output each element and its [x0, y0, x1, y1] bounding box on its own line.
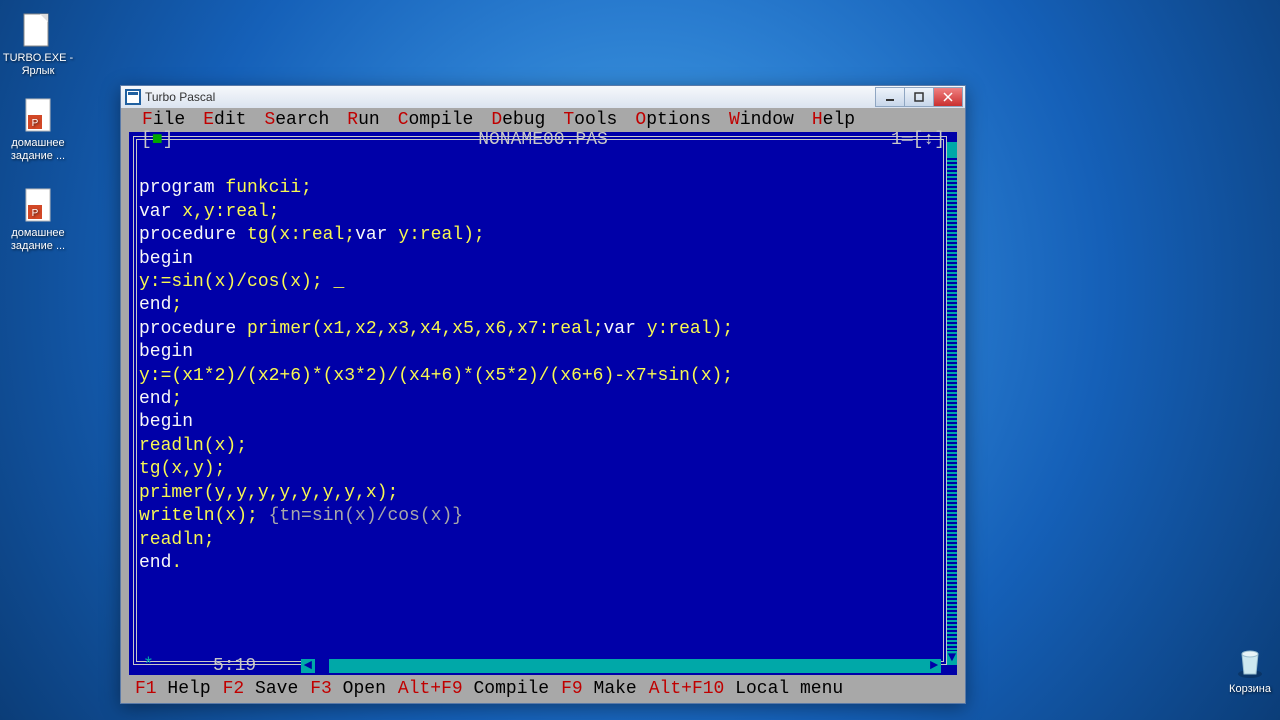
desktop-icon-turbo[interactable]: TURBO.EXE - Ярлык	[0, 10, 76, 78]
scroll-track[interactable]	[947, 156, 957, 651]
ppt-icon: P	[18, 95, 58, 135]
hint-compile[interactable]: Alt+F9 Compile	[398, 679, 549, 699]
frame-zoom-button[interactable]: 1═[↕]	[891, 129, 945, 152]
desktop-icon-label: домашнее задание ...	[0, 137, 76, 163]
recycle-label: Корзина	[1229, 683, 1271, 695]
cursor-position: 5:19	[213, 655, 256, 678]
hint-help[interactable]: F1 Help	[135, 679, 211, 699]
code-editor[interactable]: program funkcii; var x,y:real; procedure…	[139, 154, 941, 653]
frame-caption: [■] NONAME00.PAS 1═[↕]	[129, 130, 957, 150]
desktop-icon-label: домашнее задание ...	[0, 227, 76, 253]
menu-window[interactable]: Window	[720, 110, 803, 130]
desktop-icon-file2[interactable]: P домашнее задание ...	[0, 185, 76, 253]
desktop-icon-file1[interactable]: P домашнее задание ...	[0, 95, 76, 163]
recycle-bin[interactable]: Корзина	[1220, 640, 1280, 695]
exe-icon	[18, 10, 58, 50]
hscroll-thumb[interactable]	[315, 659, 329, 673]
menu-tools[interactable]: Tools	[554, 110, 626, 130]
scroll-left-icon[interactable]: ◄	[301, 659, 315, 673]
title-bar[interactable]: Turbo Pascal	[121, 86, 965, 108]
window: Turbo Pascal File Edit Search Run Compil…	[120, 85, 966, 704]
editor-frame: [■] NONAME00.PAS 1═[↕] program funkcii; …	[129, 132, 957, 675]
desktop-icon-label: TURBO.EXE - Ярлык	[0, 52, 76, 78]
close-button[interactable]	[934, 87, 963, 107]
menu-help[interactable]: Help	[803, 110, 864, 130]
vertical-scrollbar[interactable]: ▲ ▼	[947, 142, 957, 665]
maximize-button[interactable]	[905, 87, 934, 107]
hint-open[interactable]: F3 Open	[310, 679, 386, 699]
app-icon	[125, 89, 141, 105]
hint-save[interactable]: F2 Save	[223, 679, 299, 699]
window-controls	[875, 87, 963, 107]
menu-file[interactable]: File	[133, 110, 194, 130]
scroll-thumb[interactable]	[947, 142, 957, 156]
hscroll-track[interactable]	[315, 659, 927, 673]
minimize-button[interactable]	[875, 87, 905, 107]
ppt-icon: P	[18, 185, 58, 225]
svg-text:P: P	[32, 208, 39, 219]
recycle-icon	[1220, 640, 1280, 683]
menu-debug[interactable]: Debug	[482, 110, 554, 130]
menu-edit[interactable]: Edit	[194, 110, 255, 130]
window-title: Turbo Pascal	[145, 90, 875, 104]
turbo-pascal-area: File Edit Search Run Compile Debug Tools…	[121, 108, 965, 703]
horizontal-scrollbar: * 5:19 ◄ ►	[135, 657, 941, 675]
hint-make[interactable]: F9 Make	[561, 679, 637, 699]
editor-filename: NONAME00.PAS	[129, 129, 957, 152]
scroll-down-icon[interactable]: ▼	[947, 651, 957, 665]
menu-run[interactable]: Run	[338, 110, 388, 130]
hint-local[interactable]: Alt+F10 Local menu	[649, 679, 843, 699]
menu-options[interactable]: Options	[626, 110, 720, 130]
status-bar: F1 Help F2 Save F3 Open Alt+F9 Compile F…	[129, 677, 957, 701]
svg-text:P: P	[32, 118, 39, 129]
menu-compile[interactable]: Compile	[389, 110, 483, 130]
modified-marker: *	[143, 655, 154, 678]
menu-search[interactable]: Search	[255, 110, 338, 130]
scroll-right-icon[interactable]: ►	[927, 659, 941, 673]
